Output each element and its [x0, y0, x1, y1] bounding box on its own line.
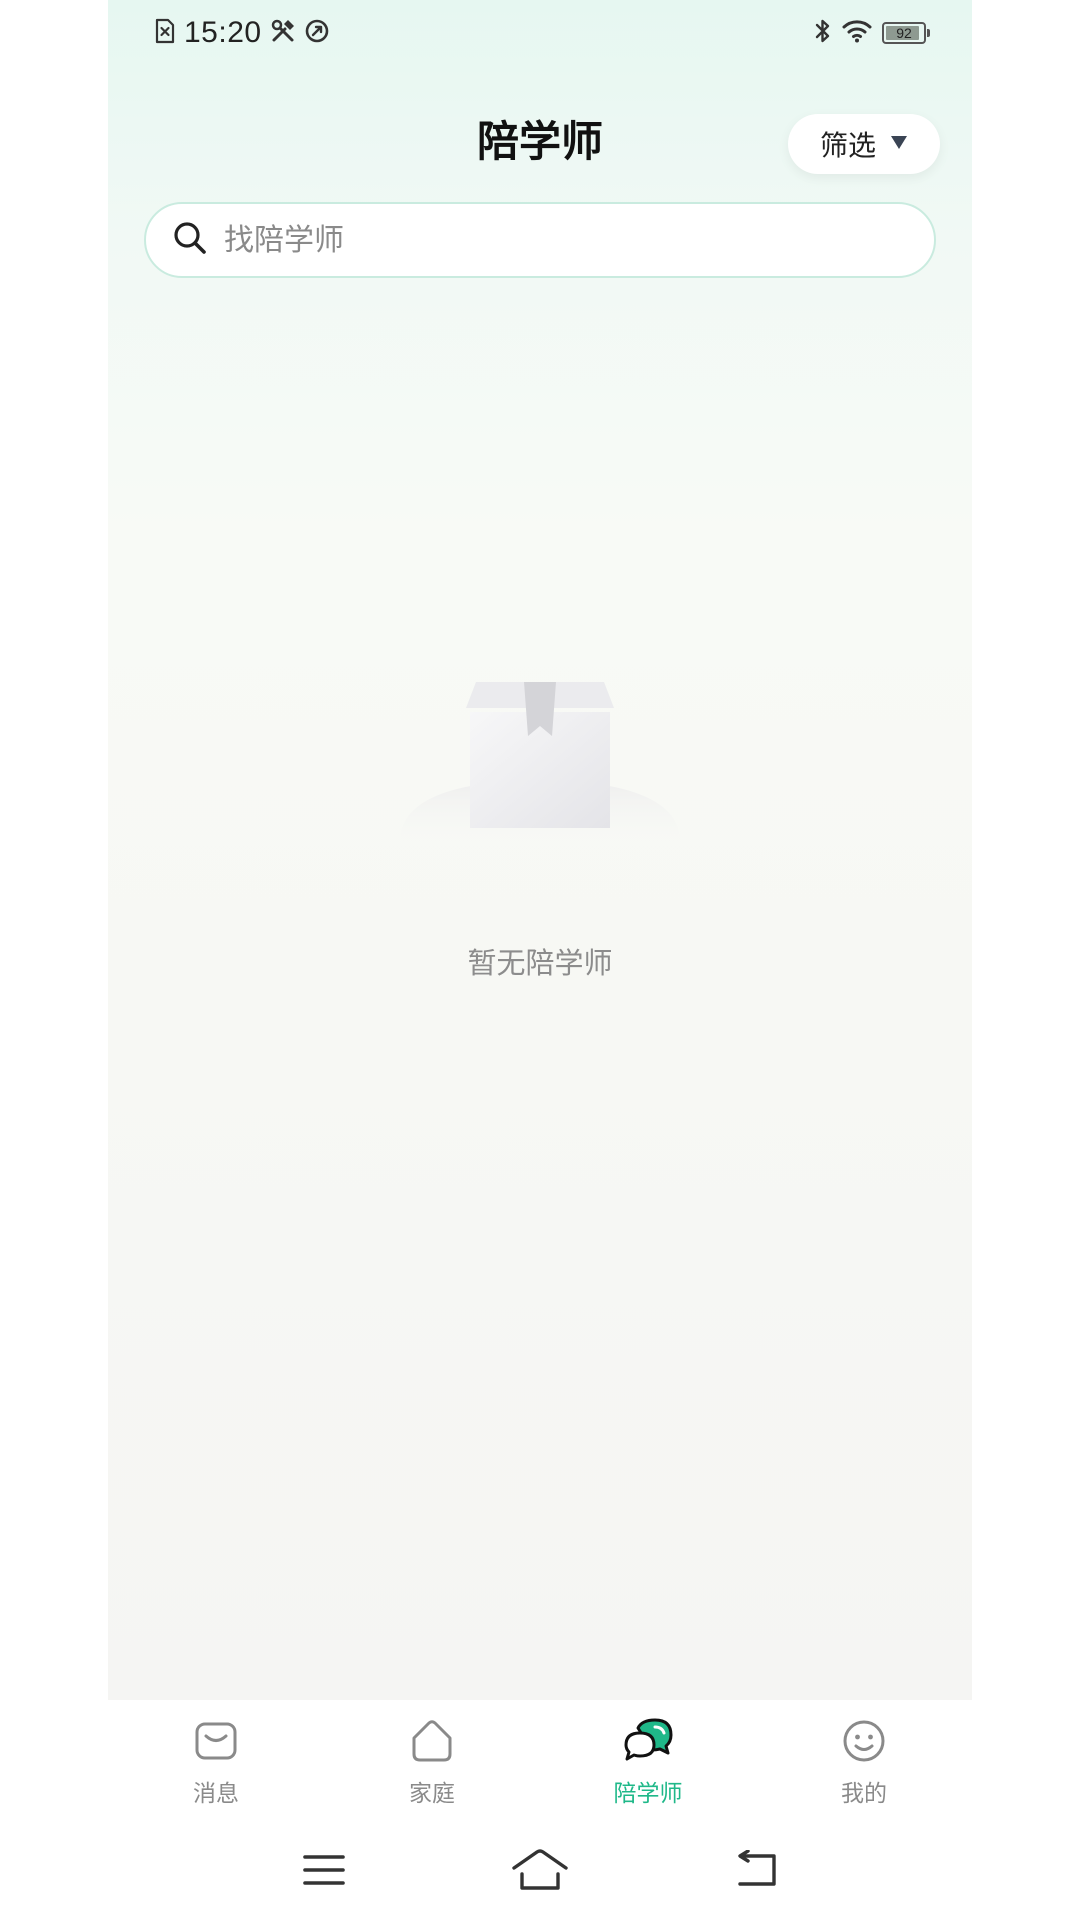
tab-messages[interactable]: 消息 — [108, 1700, 324, 1820]
empty-box-icon — [400, 672, 680, 872]
status-left: 15:20 — [154, 14, 330, 52]
filter-button[interactable]: 筛选 — [788, 114, 940, 174]
status-time: 15:20 — [184, 16, 262, 49]
home-icon — [409, 1718, 455, 1768]
tab-label: 家庭 — [409, 1781, 455, 1807]
app-screen: 15:20 92 陪学师 筛选 找陪学师 暂无陪学师 消息 家庭 陪学师 我的 — [108, 0, 972, 1920]
search-icon — [172, 220, 208, 260]
search-box[interactable] — [144, 202, 936, 278]
tab-label: 我的 — [841, 1781, 887, 1807]
tools-icon — [270, 18, 296, 48]
status-bar: 15:20 92 — [108, 0, 972, 66]
chat-bubbles-icon — [622, 1718, 674, 1768]
filter-label: 筛选 — [819, 129, 876, 162]
tab-me[interactable]: 我的 — [756, 1700, 972, 1820]
back-icon[interactable] — [726, 1840, 786, 1900]
wifi-icon — [842, 19, 872, 47]
search-input[interactable] — [222, 221, 886, 259]
menu-icon[interactable] — [294, 1840, 354, 1900]
message-icon — [193, 1718, 239, 1768]
battery-icon: 92 — [882, 22, 930, 44]
home-nav-icon[interactable] — [510, 1840, 570, 1900]
empty-state-text: 暂无陪学师 — [467, 946, 613, 980]
tab-label: 消息 — [193, 1781, 239, 1807]
tab-tutors[interactable]: 陪学师 — [540, 1700, 756, 1820]
tab-label: 陪学师 — [613, 1781, 683, 1807]
smiley-icon — [841, 1718, 887, 1768]
bluetooth-icon — [814, 18, 832, 48]
sim-error-icon — [154, 18, 176, 48]
battery-cap — [927, 29, 930, 37]
system-navigation-bar — [108, 1820, 972, 1920]
bottom-tab-bar: 消息 家庭 陪学师 我的 — [108, 1700, 972, 1820]
status-right: 92 — [814, 14, 930, 52]
sync-icon — [304, 18, 330, 48]
tab-family[interactable]: 家庭 — [324, 1700, 540, 1820]
battery-level-text: 92 — [896, 25, 912, 41]
dropdown-triangle-icon — [890, 134, 908, 154]
